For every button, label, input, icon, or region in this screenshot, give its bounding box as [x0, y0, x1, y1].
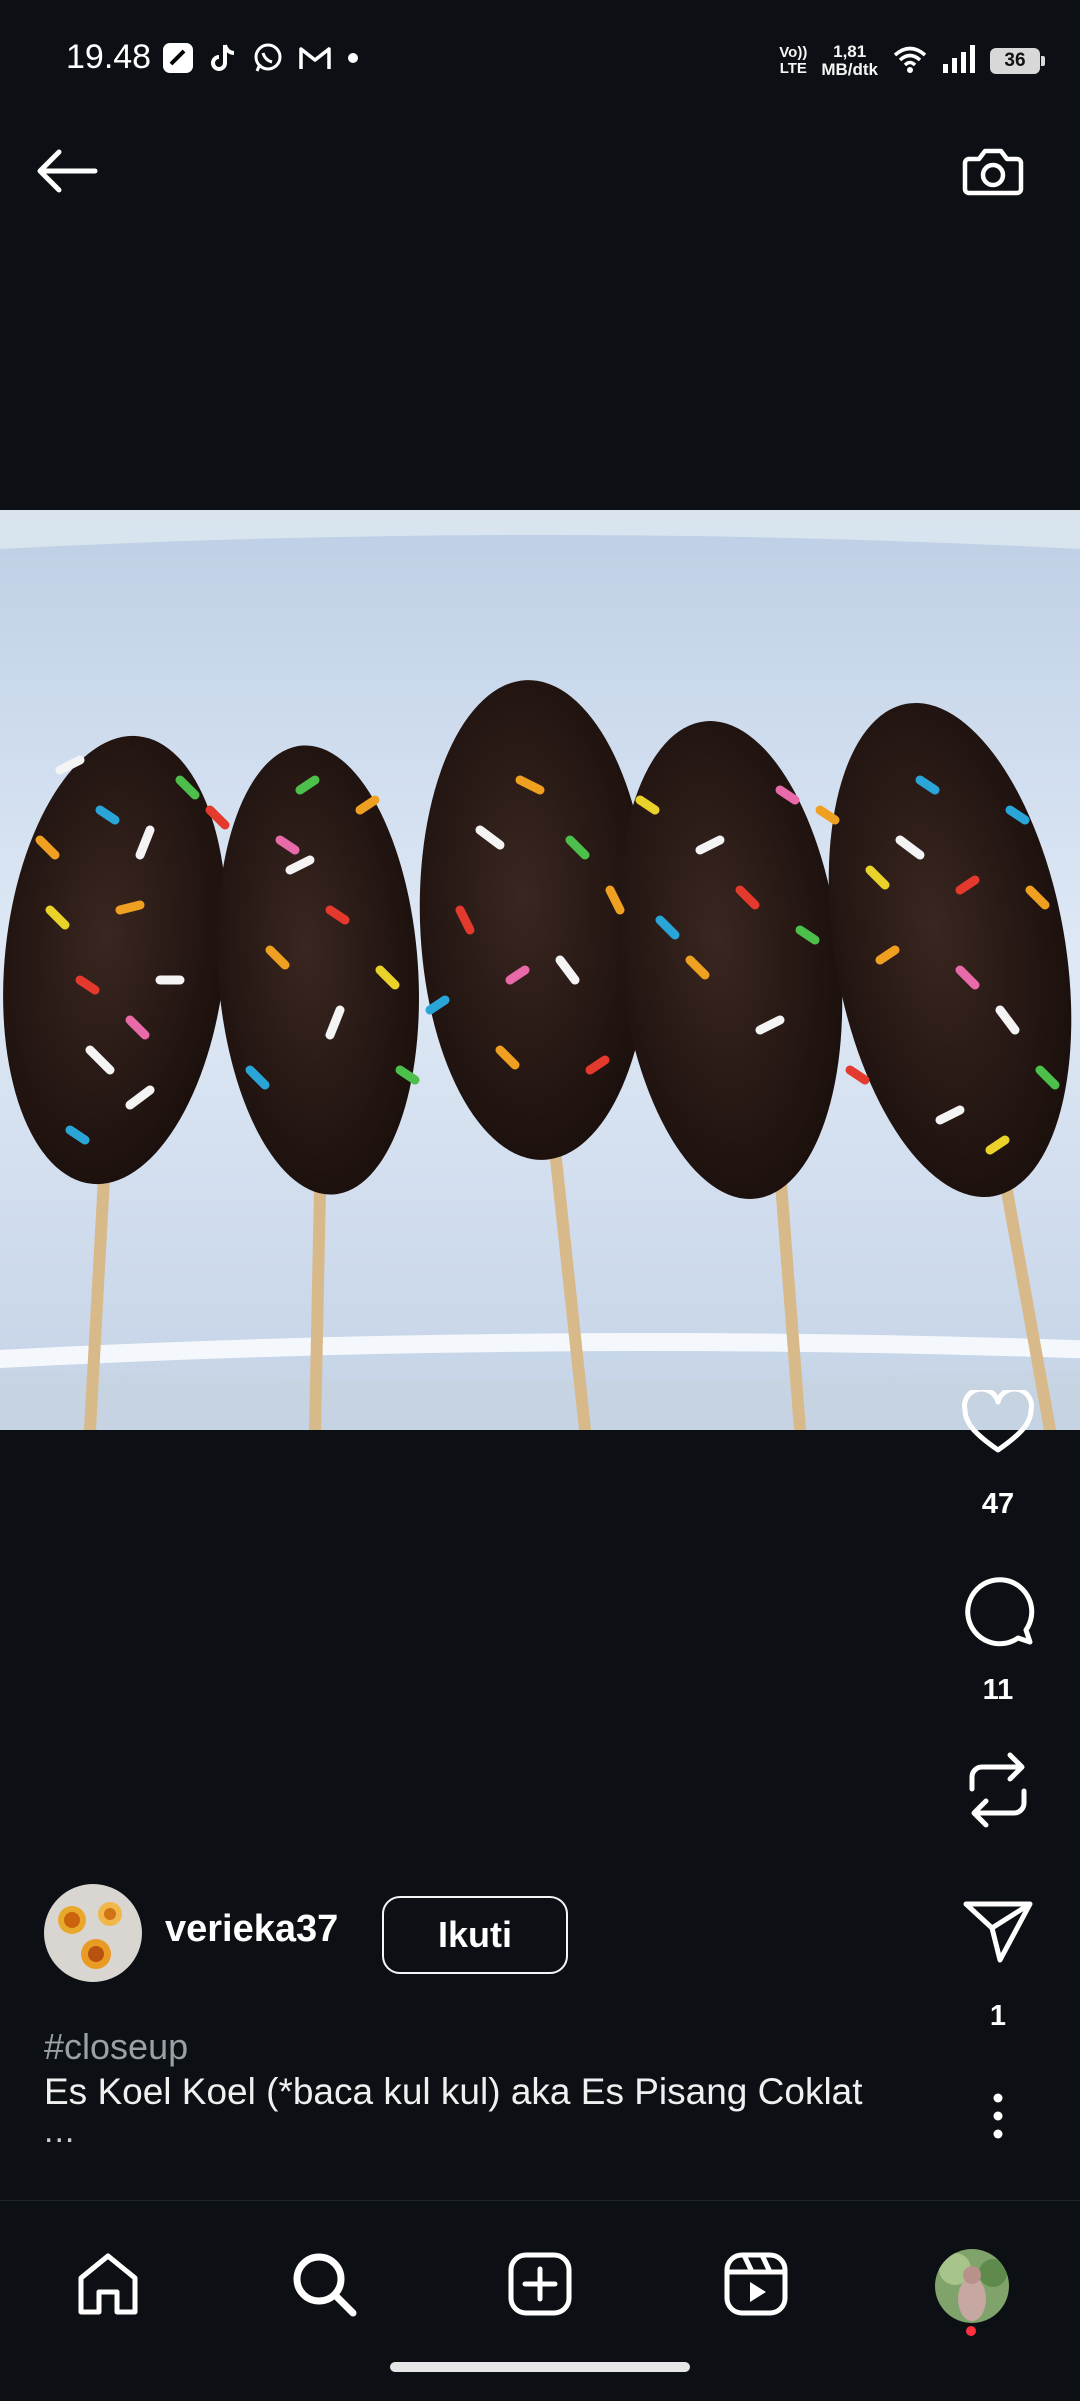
- wifi-icon: [892, 44, 928, 79]
- repost-button[interactable]: [938, 1744, 1058, 1840]
- caption-hashtag[interactable]: #closeup: [44, 2026, 188, 2068]
- home-icon: [75, 2252, 141, 2321]
- caption-more[interactable]: ...: [44, 2112, 75, 2151]
- signal-icon: [942, 44, 976, 79]
- comment-button[interactable]: [938, 1568, 1058, 1658]
- nav-search[interactable]: [274, 2236, 374, 2336]
- share-count[interactable]: 1: [938, 2000, 1058, 2033]
- caption-text: Es Koel Koel (*baca kul kul) aka Es Pisa…: [44, 2071, 863, 2112]
- more-vertical-icon: [992, 2092, 1004, 2145]
- nav-create[interactable]: [490, 2236, 590, 2336]
- follow-button[interactable]: Ikuti: [382, 1896, 568, 1974]
- post-image[interactable]: [0, 510, 1080, 1430]
- create-icon: [508, 2252, 572, 2321]
- send-icon: [962, 1898, 1034, 1969]
- battery-indicator: 36: [990, 48, 1045, 74]
- nav-home[interactable]: [58, 2236, 158, 2336]
- camera-button[interactable]: [950, 130, 1036, 216]
- gmail-icon: [298, 44, 332, 77]
- like-count[interactable]: 47: [938, 1488, 1058, 1521]
- heart-icon: [961, 1386, 1035, 1461]
- search-icon: [291, 2251, 357, 2322]
- share-button[interactable]: [938, 1888, 1058, 1978]
- nav-reels[interactable]: [706, 2236, 806, 2336]
- system-indicators: Vo)) LTE 1,81 MB/dtk 36: [779, 36, 1045, 86]
- more-options-button[interactable]: [968, 2080, 1028, 2156]
- reels-icon: [724, 2252, 788, 2321]
- arrow-left-icon: [35, 148, 99, 199]
- network-speed: 1,81 MB/dtk: [821, 43, 878, 79]
- status-bar: 19.48 Vo)) LTE 1,81 MB/dtk 36: [0, 0, 1080, 92]
- profile-avatar: [935, 2249, 1009, 2323]
- author-username[interactable]: verieka37: [165, 1908, 338, 1951]
- back-button[interactable]: [24, 130, 110, 216]
- comment-icon: [960, 1574, 1036, 1653]
- app-notification-icon: [162, 42, 194, 79]
- network-speed-value: 1,81: [833, 42, 867, 61]
- network-speed-unit: MB/dtk: [821, 60, 878, 79]
- status-time: 19.48: [66, 38, 152, 76]
- author-avatar[interactable]: [44, 1884, 142, 1982]
- like-button[interactable]: [938, 1380, 1058, 1470]
- comment-count[interactable]: 11: [938, 1674, 1058, 1707]
- more-notifications-dot: [346, 51, 360, 70]
- camera-icon: [961, 141, 1025, 206]
- notification-icons: [162, 40, 360, 80]
- notification-dot: [966, 2326, 976, 2336]
- lte-indicator: Vo)) LTE: [779, 44, 808, 77]
- nav-profile[interactable]: [922, 2236, 1022, 2336]
- repost-icon: [964, 1749, 1032, 1836]
- tiktok-icon: [208, 42, 238, 79]
- home-indicator[interactable]: [390, 2362, 690, 2372]
- whatsapp-icon: [252, 42, 284, 79]
